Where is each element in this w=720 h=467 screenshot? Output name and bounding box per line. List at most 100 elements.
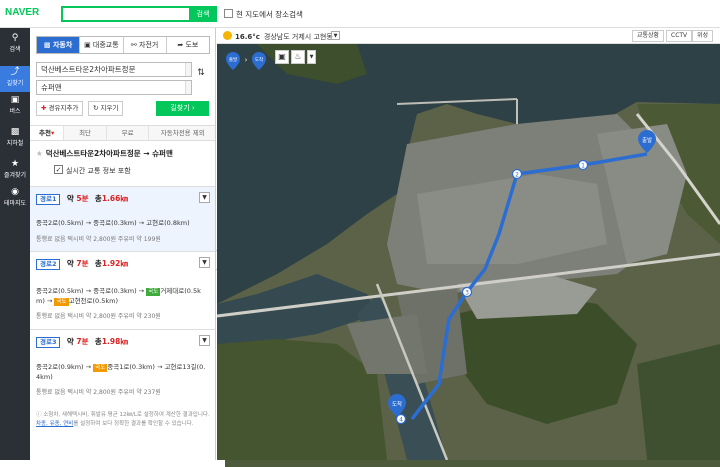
time-value: 7분	[76, 259, 89, 268]
find-route-button[interactable]: 길찾기 ›	[156, 101, 209, 116]
road-type-chip: 국도	[54, 298, 69, 306]
mode-label: 대중교통	[92, 41, 119, 49]
current-map-search-checkbox[interactable]	[224, 9, 233, 18]
nav-directions[interactable]: ⤴ 길찾기	[0, 66, 30, 92]
directions-icon: ⤴	[10, 67, 20, 77]
traffic-button[interactable]: 교통상황	[632, 30, 665, 42]
nav-label: 길찾기	[6, 80, 24, 87]
distance-value: 1.66㎞	[101, 194, 128, 203]
path-text: 거제대로(0.5k	[160, 287, 201, 295]
mode-walk[interactable]: ➦ 도보	[167, 37, 209, 53]
bicycle-icon: ⚯	[130, 41, 139, 49]
refresh-icon: ↻	[93, 104, 101, 112]
route-header: 경로3 약 7분 총1.98㎞	[36, 336, 128, 348]
car-icon: ▩	[43, 41, 53, 49]
pin-start-label: 출발	[229, 56, 237, 63]
satellite-button[interactable]: 위성	[692, 30, 714, 42]
waypoint-3[interactable]: 3	[461, 286, 473, 298]
route-path: 중곡2로(0.9km) → 국도 중곡1로(0.3km) → 고현로13길(0. …	[36, 362, 210, 382]
waypoint-2[interactable]: 2	[511, 168, 523, 180]
add-stop-label: 경유지추가	[48, 104, 79, 112]
bus-icon: ▣	[10, 95, 20, 105]
search-input[interactable]	[61, 6, 189, 22]
origin-input[interactable]: 덕산베스트타운2차아파트정문	[36, 62, 192, 77]
mode-label: 자동차	[52, 41, 73, 49]
road-type-chip: 국도	[93, 364, 108, 372]
origin-spinner[interactable]	[185, 63, 191, 76]
mode-car[interactable]: ▩ 자동차	[37, 37, 81, 53]
vehicle-settings-link[interactable]: 차종, 유종, 연비	[36, 421, 73, 427]
distance-prefix: 총	[94, 259, 102, 268]
chevron-down-icon[interactable]: ▼	[331, 31, 340, 40]
find-route-label: 길찾기	[170, 104, 190, 112]
route-header: 경로2 약 7분 총1.92㎞	[36, 258, 128, 270]
nav-label: 즐겨찾기	[3, 172, 27, 179]
search-icon: ⚲	[11, 33, 19, 43]
temperature: 16.6°c	[235, 33, 260, 41]
route-badge: 경로2	[36, 259, 61, 270]
logo-brand: NAVER	[5, 7, 40, 18]
naver-logo[interactable]: NAVER지도	[5, 7, 720, 467]
nav-label: 버스	[9, 108, 21, 115]
add-stop-button[interactable]: ✚ 경유지추가	[36, 101, 84, 116]
distance-prefix: 총	[94, 337, 102, 346]
directions-panel: ▩ 자동차 ▣ 대중교통 ⚯ 자전거 ➦ 도보 덕산베스트타운2차아파트정문 슈…	[30, 28, 216, 460]
star-icon[interactable]: ★	[36, 149, 43, 158]
star-icon: ★	[10, 159, 20, 169]
route-card-1[interactable]: 경로1 약 5분 총1.66㎞ ▼ 중곡2로(0.5km) → 중곡로(0.3k…	[30, 186, 215, 251]
mode-label: 자전거	[139, 41, 159, 49]
route-card-2[interactable]: 경로2 약 7분 총1.92㎞ ▼ 중곡2로(0.5km) → 중곡로(0.3k…	[30, 251, 215, 329]
bus-icon[interactable]: ▣	[275, 50, 289, 64]
nav-search[interactable]: ⚲ 검색	[0, 32, 30, 56]
mode-label: 도보	[185, 41, 199, 49]
tab-free[interactable]: 무료	[107, 126, 150, 140]
chevron-down-icon[interactable]: ▼	[199, 335, 210, 346]
mode-bicycle[interactable]: ⚯ 자전거	[124, 37, 167, 53]
nav-bus[interactable]: ▣ 버스	[0, 94, 30, 118]
left-nav: ⚲ 검색 ⤴ 길찾기 ▣ 버스 ▩ 지하철 ★ 즐겨찾기 ◉ 테마지도	[0, 28, 30, 460]
chevron-down-icon[interactable]: ▼	[199, 257, 210, 268]
tab-label: 추천	[39, 129, 51, 137]
nav-theme-map[interactable]: ◉ 테마지도	[0, 186, 30, 210]
tab-shortest[interactable]: 최단	[64, 126, 107, 140]
path-text: 중곡2로(0.9km) →	[36, 363, 92, 371]
destination-input[interactable]: 슈퍼맨	[36, 80, 192, 95]
map-toolbar: 16.6°c 경상남도 거제시 고현동 ▼ 교통상황 CCTV 위성	[217, 28, 720, 44]
route-meta: 통행료 없음 택시비 약 2,800원 주유비 약 199원	[36, 236, 161, 243]
clear-button[interactable]: ↻ 지우기	[88, 101, 124, 116]
tab-exclude-motorway[interactable]: 자동차전용 제외	[149, 126, 215, 140]
nav-subway[interactable]: ▩ 지하철	[0, 126, 30, 150]
chevron-down-icon[interactable]: ▼	[199, 192, 210, 203]
route-summary: ★ 덕산베스트타운2차아파트정문 → 슈퍼맨	[36, 148, 173, 159]
note-text: 를 설정하여 보다 정확한 결과를 확인할 수 있습니다.	[73, 421, 194, 427]
realtime-traffic-label: 실시간 교통 정보 포함	[66, 167, 131, 175]
search-button[interactable]: 검색	[189, 6, 217, 22]
transport-mode-tabs: ▩ 자동차 ▣ 대중교통 ⚯ 자전거 ➦ 도보	[36, 36, 210, 54]
route-meta: 통행료 없음 택시비 약 2,800원 주유비 약 230원	[36, 313, 161, 320]
mode-transit[interactable]: ▣ 대중교통	[80, 37, 124, 53]
theme-map-icon: ◉	[11, 187, 19, 197]
nav-favorites[interactable]: ★ 즐겨찾기	[0, 158, 30, 182]
restaurant-icon[interactable]: ♨	[291, 50, 305, 64]
time-prefix: 약	[66, 337, 74, 346]
cctv-button[interactable]: CCTV	[666, 30, 693, 42]
waypoint-1[interactable]: 1	[577, 159, 589, 171]
route-badge: 경로1	[36, 194, 61, 205]
route-card-3[interactable]: 경로3 약 7분 총1.98㎞ ▼ 중곡2로(0.9km) → 국도 중곡1로(0…	[30, 329, 215, 407]
start-pin-label: 출발	[642, 136, 652, 144]
chevron-right-icon: ›	[245, 56, 248, 64]
nav-label: 지하철	[6, 140, 24, 147]
route-time: 약 7분	[67, 337, 89, 346]
tab-recommended[interactable]: 추천▾	[30, 126, 65, 140]
path-text: 중곡2로(0.5km) → 중곡로(0.3km) →	[36, 287, 145, 295]
transit-icon: ▣	[84, 41, 93, 49]
time-value: 5분	[76, 194, 89, 203]
realtime-traffic-checkbox[interactable]: ✓	[54, 165, 63, 174]
subway-icon: ▩	[10, 127, 20, 137]
swap-icon[interactable]: ⇅	[194, 68, 208, 86]
chevron-down-icon[interactable]: ▼	[307, 50, 316, 64]
path-text: 중곡1로(0.3km) → 고현로13길(0.	[107, 363, 206, 371]
waypoint-number: 2	[515, 172, 519, 179]
destination-spinner[interactable]	[185, 81, 191, 94]
satellite-map[interactable]: 1 2 3 4 출발 도착 출발 › 도착 ▣ ♨ ▼	[217, 44, 720, 460]
